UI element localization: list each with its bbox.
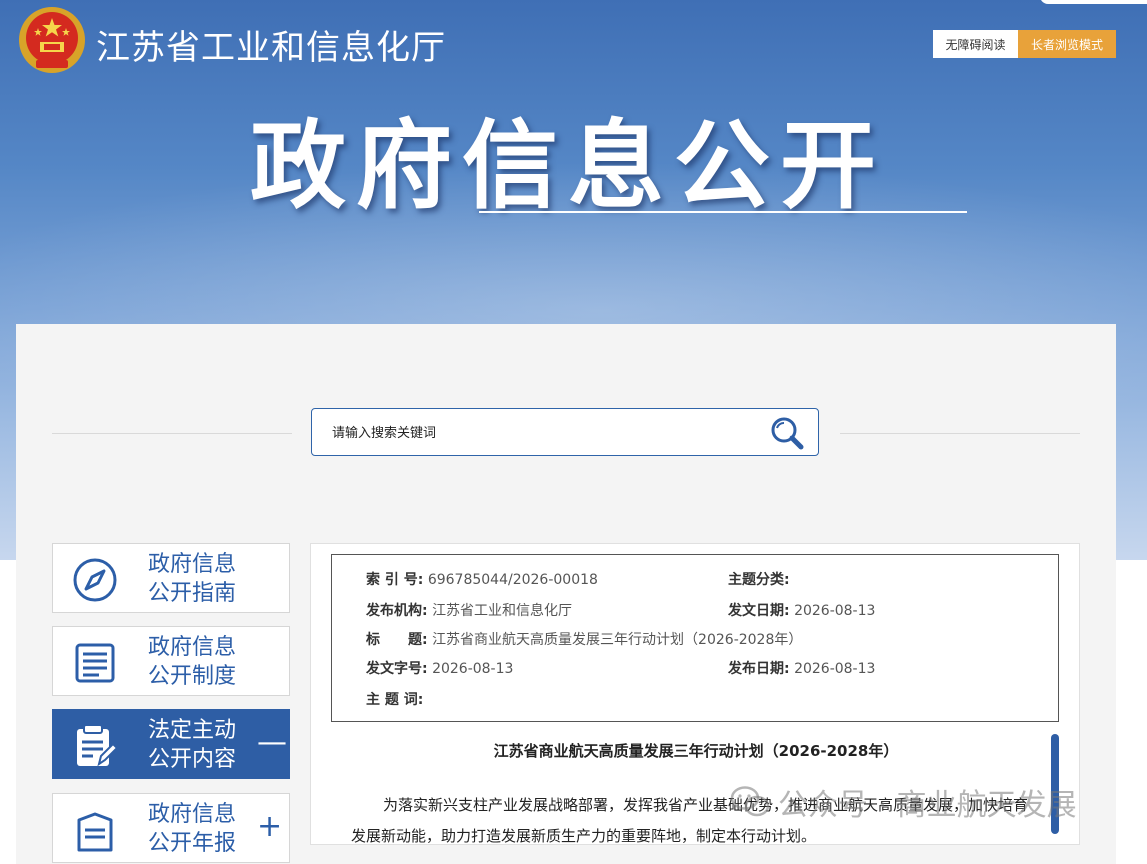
search-icon[interactable] [767,415,807,451]
clipboard-edit-icon [77,724,119,767]
meta-index: 索 引 号: 696785044/2026-00018 [366,572,598,588]
sidebar-item-label: 政府信息 公开年报 [147,802,236,856]
expand-toggle[interactable]: + [257,810,282,844]
meta-keywords: 主 题 词: [366,692,424,708]
watermark: 公众号 · 商业航天发展 [730,780,1077,824]
sidebar-item-label: 法定主动 公开内容 [147,718,236,772]
sidebar-item-annual-report[interactable]: 政府信息 公开年报 + [52,793,290,863]
meta-category: 主题分类: [728,572,790,588]
meta-issue-date: 发文日期: 2026-08-13 [728,603,876,619]
wechat-icon [730,786,770,817]
sidebar-item-system[interactable]: 政府信息 公开制度 [52,626,290,696]
national-emblem-icon [19,7,85,73]
meta-title: 标 题: 江苏省商业航天高质量发展三年行动计划（2026-2028年） [366,632,803,648]
elder-mode-button[interactable]: 长者浏览模式 [1018,30,1116,58]
sidebar-item-label: 政府信息 公开制度 [147,635,236,689]
top-corner-decoration [1040,0,1147,4]
document-title: 江苏省商业航天高质量发展三年行动计划（2026-2028年） [493,742,899,760]
hero-underline [479,211,967,213]
sidebar-item-label: 政府信息 公开指南 [147,552,236,606]
site-name[interactable]: 江苏省工业和信息化厅 [96,20,446,69]
hero-title: 政府信息公开 [250,110,886,222]
accessibility-reading-button[interactable]: 无障碍阅读 [933,30,1018,58]
document-list-icon [75,643,115,683]
collapse-toggle[interactable]: — [257,726,287,760]
meta-doc-number: 发文字号: 2026-08-13 [366,661,514,677]
search-divider-right [840,433,1080,434]
compass-icon [73,558,117,602]
document-metadata: 索 引 号: 696785044/2026-00018 主题分类: 发布机构: … [331,554,1059,722]
search-divider-left [52,433,292,434]
search-input[interactable] [330,419,754,447]
meta-publish-date: 发布日期: 2026-08-13 [728,661,876,677]
search-box [311,408,819,456]
sidebar-item-statutory[interactable]: 法定主动 公开内容 — [52,709,290,779]
top-toolbar: 无障碍阅读 长者浏览模式 [933,30,1116,58]
meta-publisher: 发布机构: 江苏省工业和信息化厅 [366,603,573,619]
watermark-text: 公众号 · 商业航天发展 [778,788,1077,823]
sidebar-item-guide[interactable]: 政府信息 公开指南 [52,543,290,613]
report-icon [77,812,113,852]
